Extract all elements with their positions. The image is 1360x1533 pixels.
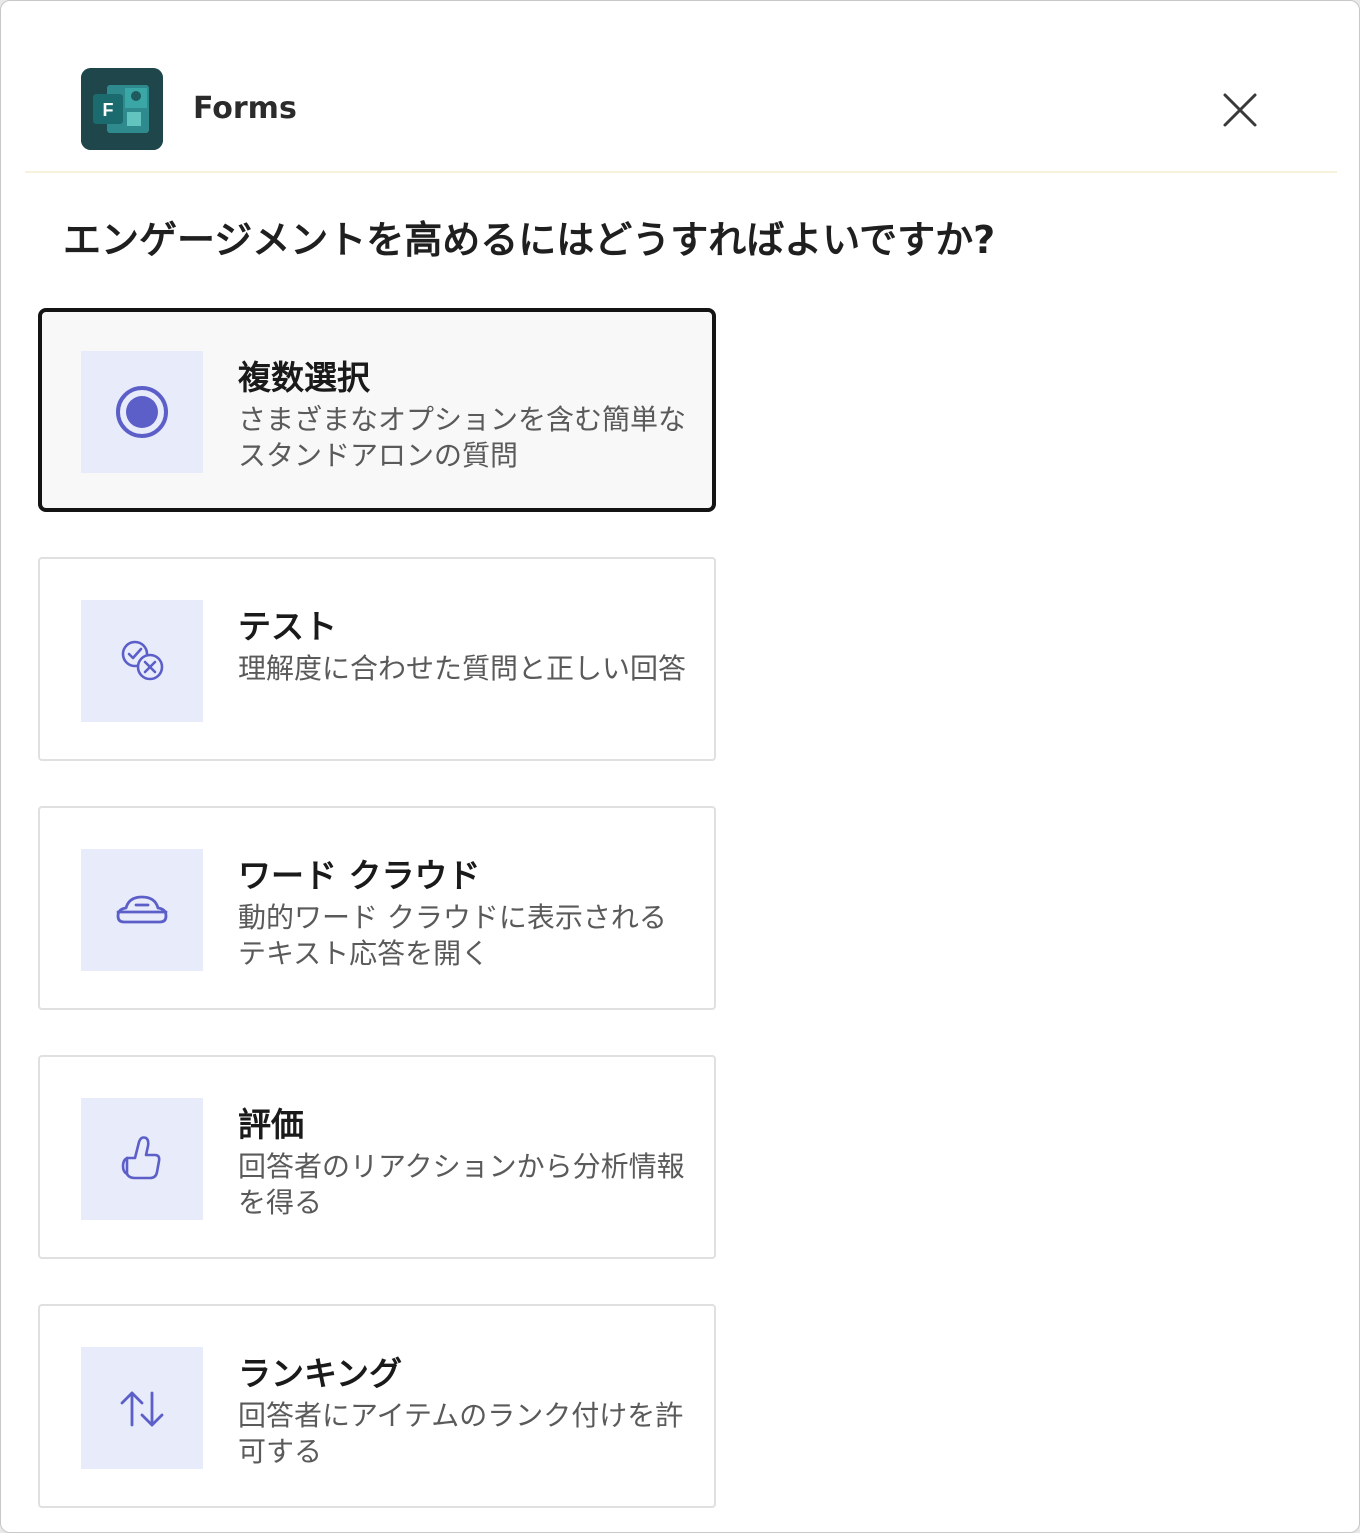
forms-app-icon: F bbox=[81, 68, 163, 150]
svg-text:F: F bbox=[103, 100, 114, 120]
option-title: ワード クラウド bbox=[238, 856, 481, 895]
quiz-check-cross-icon bbox=[121, 640, 164, 681]
option-icon-box bbox=[81, 1098, 203, 1220]
option-title: 評価 bbox=[238, 1105, 304, 1144]
prompt-heading: エンゲージメントを高めるにはどうすればよいですか? bbox=[63, 218, 996, 262]
option-title: ランキング bbox=[238, 1354, 403, 1393]
dialog-header: F Forms bbox=[25, 1, 1337, 173]
option-icon-box bbox=[81, 1347, 203, 1469]
app-name: Forms bbox=[193, 91, 297, 126]
close-icon bbox=[1223, 93, 1257, 127]
option-description: 回答者にアイテムのランク付けを許可する bbox=[238, 1399, 684, 1468]
option-description: 回答者のリアクションから分析情報を得る bbox=[238, 1150, 685, 1219]
option-icon-box bbox=[81, 600, 203, 722]
radio-button-icon bbox=[116, 386, 168, 438]
option-icon-box bbox=[81, 351, 203, 473]
option-rating[interactable]: 評価 回答者のリアクションから分析情報を得る bbox=[38, 1055, 716, 1259]
option-quiz[interactable]: テスト 理解度に合わせた質問と正しい回答 bbox=[38, 557, 716, 761]
arrow-sort-icon bbox=[120, 1391, 164, 1427]
option-title: 複数選択 bbox=[238, 358, 370, 397]
option-description: 理解度に合わせた質問と正しい回答 bbox=[238, 652, 687, 685]
thumbs-up-icon bbox=[121, 1136, 161, 1180]
create-poll-dialog: F Forms エンゲージメントを高めるにはどうすればよいですか? 複数選択 さ… bbox=[0, 0, 1360, 1533]
option-word-cloud[interactable]: ワード クラウド 動的ワード クラウドに表示されるテキスト応答を開く bbox=[38, 806, 716, 1010]
option-title: テスト bbox=[238, 607, 337, 646]
option-multiple-choice[interactable]: 複数選択 さまざまなオプションを含む簡単なスタンドアロンの質問 bbox=[38, 308, 716, 512]
option-description: 動的ワード クラウドに表示されるテキスト応答を開く bbox=[238, 901, 667, 970]
option-description: さまざまなオプションを含む簡単なスタンドアロンの質問 bbox=[238, 403, 687, 472]
cloud-icon bbox=[116, 895, 168, 924]
close-button[interactable] bbox=[1215, 85, 1265, 135]
option-icon-box bbox=[81, 849, 203, 971]
option-ranking[interactable]: ランキング 回答者にアイテムのランク付けを許可する bbox=[38, 1304, 716, 1508]
